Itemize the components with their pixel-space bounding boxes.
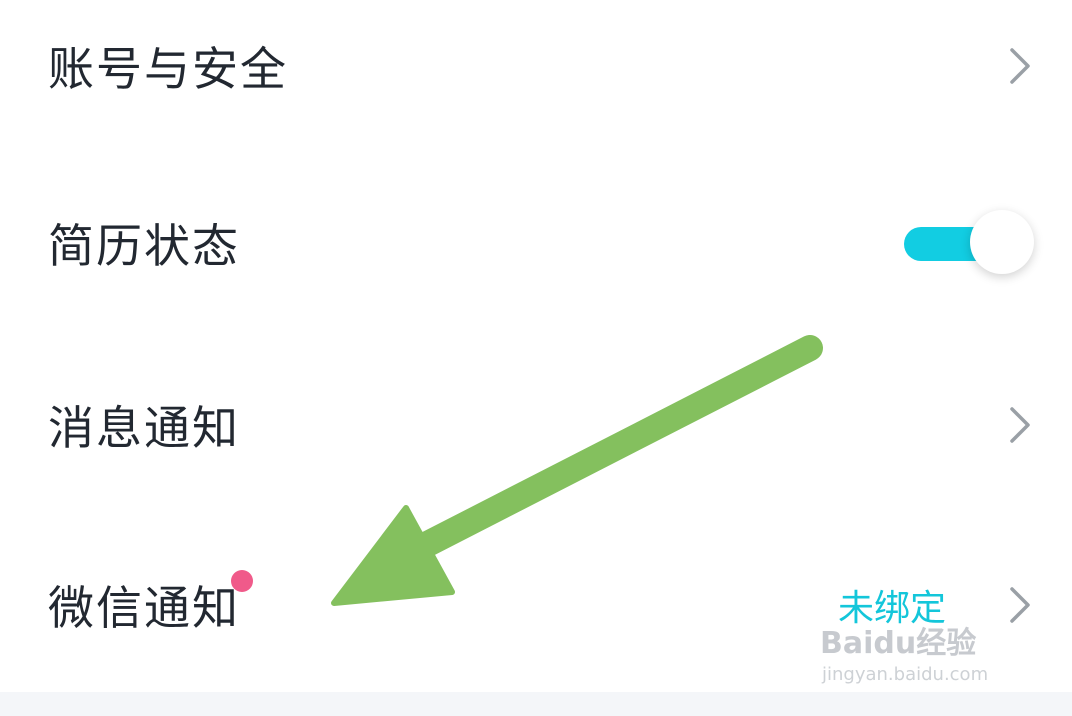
new-badge-dot bbox=[231, 570, 253, 592]
settings-item-message-notification[interactable]: 消息通知 bbox=[0, 365, 1072, 485]
watermark-url: jingyan.baidu.com bbox=[822, 664, 989, 685]
settings-item-label: 消息通知 bbox=[48, 401, 240, 455]
baidu-jingyan-watermark: Baidu经验 jingyan.baidu.com bbox=[820, 618, 1020, 692]
settings-item-label: 账号与安全 bbox=[48, 42, 288, 96]
settings-item-account-security[interactable]: 账号与安全 bbox=[0, 6, 1072, 126]
settings-item-resume-status: 简历状态 bbox=[0, 183, 1072, 303]
chevron-right-icon bbox=[1004, 405, 1034, 445]
settings-item-label: 微信通知 bbox=[48, 581, 240, 635]
resume-status-toggle[interactable] bbox=[904, 210, 1034, 276]
toggle-knob bbox=[970, 210, 1034, 274]
settings-item-label: 简历状态 bbox=[48, 219, 240, 273]
section-divider bbox=[0, 692, 1072, 716]
chevron-right-icon bbox=[1004, 46, 1034, 86]
watermark-logo: Baidu经验 bbox=[820, 626, 977, 661]
